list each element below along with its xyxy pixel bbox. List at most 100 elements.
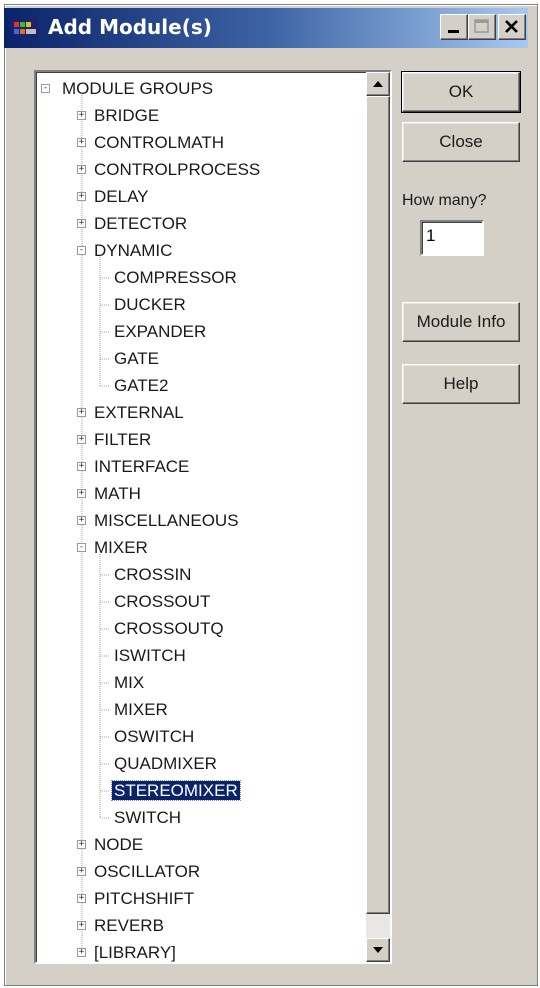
tree-item[interactable]: CROSSOUTQ — [112, 616, 226, 642]
tree-group[interactable]: MIXER — [92, 535, 150, 561]
tree-group[interactable]: REVERB — [92, 913, 166, 939]
how-many-input[interactable]: 1 — [420, 220, 484, 256]
tree-group[interactable]: PITCHSHIFT — [92, 886, 196, 912]
tree-group[interactable]: INTERFACE — [92, 454, 191, 480]
tree-item-label: NODE — [94, 835, 144, 854]
expand-icon[interactable]: + — [77, 111, 86, 120]
expand-icon[interactable]: + — [77, 435, 86, 444]
tree-item[interactable]: MIX — [112, 670, 146, 696]
expand-icon[interactable]: + — [77, 867, 86, 876]
module-info-button[interactable]: Module Info — [402, 302, 520, 342]
expand-icon[interactable]: + — [77, 489, 86, 498]
tree-item-label: MIXER — [94, 538, 148, 557]
tree-item-label: PITCHSHIFT — [94, 889, 195, 908]
expand-icon[interactable]: + — [77, 921, 86, 930]
scroll-up-button[interactable] — [366, 72, 390, 96]
tree-item-label: CONTROLMATH — [94, 133, 225, 152]
app-icon — [12, 19, 38, 37]
tree-item-label: REVERB — [94, 916, 164, 935]
tree-item-label: GATE2 — [114, 376, 169, 395]
tree-item[interactable]: ISWITCH — [112, 643, 188, 669]
tree-group[interactable]: CONTROLPROCESS — [92, 157, 262, 183]
tree-group[interactable]: DYNAMIC — [92, 238, 174, 264]
expand-icon[interactable]: + — [77, 840, 86, 849]
tree-group[interactable]: MATH — [92, 481, 143, 507]
tree-item-label: OSWITCH — [114, 727, 195, 746]
tree-group[interactable]: CONTROLMATH — [92, 130, 226, 156]
tree-item[interactable]: QUADMIXER — [112, 751, 219, 777]
tree-item[interactable]: GATE — [112, 346, 161, 372]
tree-group[interactable]: OSCILLATOR — [92, 859, 202, 885]
window-title: Add Module(s) — [48, 15, 212, 39]
minimize-icon — [448, 30, 459, 33]
tree-item-label: CONTROLPROCESS — [94, 160, 261, 179]
tree-item-label: DETECTOR — [94, 214, 188, 233]
expand-icon[interactable]: + — [77, 192, 86, 201]
vertical-scrollbar[interactable] — [366, 72, 390, 962]
minimize-button[interactable] — [440, 14, 468, 40]
collapse-icon[interactable]: - — [41, 84, 50, 93]
tree-group[interactable]: FILTER — [92, 427, 153, 453]
expand-icon[interactable]: + — [77, 408, 86, 417]
expand-icon[interactable]: + — [77, 462, 86, 471]
tree-item[interactable]: DUCKER — [112, 292, 188, 318]
tree-item[interactable]: CROSSIN — [112, 562, 193, 588]
tree-item-label: MIXER — [114, 700, 168, 719]
tree-group[interactable]: MISCELLANEOUS — [92, 508, 241, 534]
expand-icon[interactable]: + — [77, 219, 86, 228]
tree-item-label: DELAY — [94, 187, 149, 206]
tree-item-label: MISCELLANEOUS — [94, 511, 239, 530]
scrollbar-thumb[interactable] — [366, 96, 390, 914]
tree-item[interactable]: STEREOMIXER — [111, 778, 241, 804]
tree-item-label: COMPRESSOR — [114, 268, 237, 287]
scroll-down-button[interactable] — [366, 938, 390, 962]
tree-item[interactable]: OSWITCH — [112, 724, 196, 750]
tree-item-label: CROSSIN — [114, 565, 192, 584]
how-many-label: How many? — [402, 192, 487, 209]
expand-icon[interactable]: + — [77, 948, 86, 957]
tree-item-label: OSCILLATOR — [94, 862, 201, 881]
tree-group[interactable]: NODE — [92, 832, 145, 858]
tree-group[interactable]: [LIBRARY] — [92, 940, 178, 962]
tree-item[interactable]: COMPRESSOR — [112, 265, 239, 291]
tree-item-label: EXPANDER — [114, 322, 207, 341]
tree-item-label: CROSSOUT — [114, 592, 211, 611]
tree-item-label: MIX — [114, 673, 145, 692]
expand-icon[interactable]: + — [77, 516, 86, 525]
tree-item-label: STEREOMIXER — [111, 780, 241, 801]
tree-root[interactable]: MODULE GROUPS — [60, 76, 215, 102]
expand-icon[interactable]: + — [77, 894, 86, 903]
close-window-button[interactable] — [498, 14, 526, 40]
tree-item[interactable]: SWITCH — [112, 805, 183, 831]
maximize-button[interactable] — [468, 14, 496, 40]
tree-item-label: DYNAMIC — [94, 241, 173, 260]
tree-item-label: ISWITCH — [114, 646, 186, 665]
ok-button[interactable]: OK — [401, 71, 521, 113]
title-bar[interactable]: Add Module(s) — [4, 8, 528, 48]
tree-item-label: GATE — [114, 349, 160, 368]
tree-item-label: CROSSOUTQ — [114, 619, 224, 638]
tree-item[interactable]: GATE2 — [112, 373, 170, 399]
tree-item-label: FILTER — [94, 430, 152, 449]
tree-item-label: [LIBRARY] — [94, 943, 176, 962]
expand-icon[interactable]: + — [77, 165, 86, 174]
tree-item-label: QUADMIXER — [114, 754, 217, 773]
arrow-up-icon — [373, 81, 383, 87]
tree-group[interactable]: DETECTOR — [92, 211, 189, 237]
module-tree[interactable]: - MODULE GROUPS + BRIDGE + CONTROLMATH + CONTRO… — [34, 70, 392, 964]
tree-item[interactable]: MIXER — [112, 697, 170, 723]
expand-icon[interactable]: + — [77, 138, 86, 147]
close-button[interactable]: Close — [402, 122, 520, 162]
tree-item-label: SWITCH — [114, 808, 182, 827]
tree-item-label: INTERFACE — [94, 457, 190, 476]
tree-item[interactable]: CROSSOUT — [112, 589, 212, 615]
tree-group[interactable]: EXTERNAL — [92, 400, 186, 426]
collapse-icon[interactable]: - — [77, 543, 86, 552]
tree-group[interactable]: DELAY — [92, 184, 151, 210]
arrow-down-icon — [373, 947, 383, 953]
tree-item[interactable]: EXPANDER — [112, 319, 208, 345]
tree-group[interactable]: BRIDGE — [92, 103, 161, 129]
collapse-icon[interactable]: - — [77, 246, 86, 255]
tree-item-label: EXTERNAL — [94, 403, 184, 422]
help-button[interactable]: Help — [402, 364, 520, 404]
